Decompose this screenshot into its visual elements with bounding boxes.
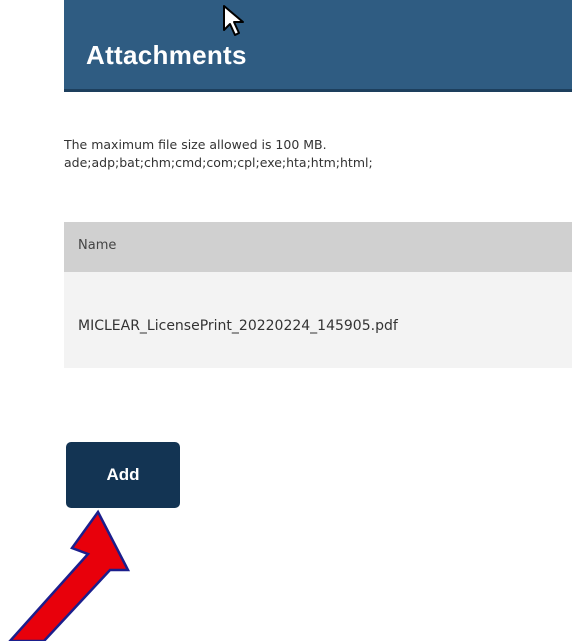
attachment-filename: MICLEAR_LicensePrint_20220224_145905.pdf <box>78 318 398 334</box>
attachments-header: Attachments <box>64 0 572 92</box>
mouse-pointer-icon <box>223 5 244 36</box>
add-button[interactable]: Add <box>66 442 180 508</box>
page-title: Attachments <box>86 40 247 70</box>
attachments-table-header: Name <box>64 222 572 272</box>
blocked-extensions-text: ade;adp;bat;chm;cmd;com;cpl;exe;hta;htm;… <box>64 155 373 170</box>
max-file-size-text: The maximum file size allowed is 100 MB. <box>64 137 327 152</box>
column-header-name: Name <box>78 238 117 253</box>
table-row[interactable]: MICLEAR_LicensePrint_20220224_145905.pdf <box>64 272 572 368</box>
red-arrow-annotation <box>8 509 131 641</box>
